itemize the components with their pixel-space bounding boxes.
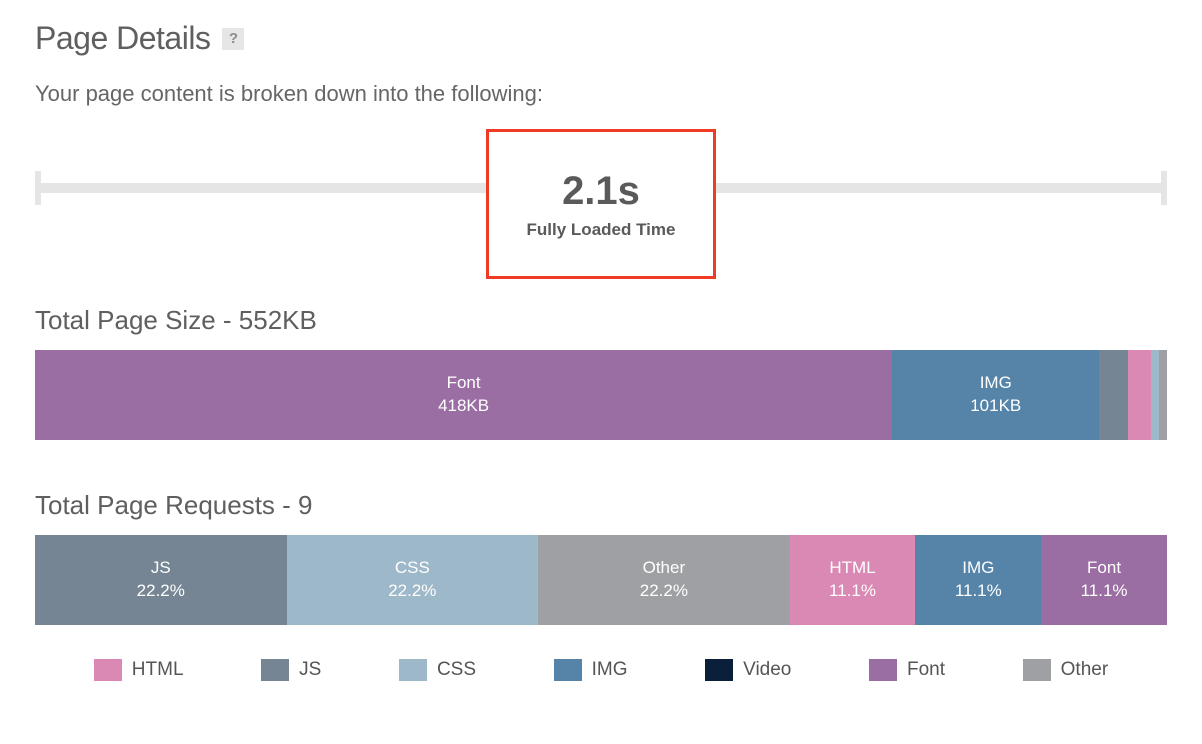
segment-html[interactable]	[1128, 350, 1151, 440]
segment-img[interactable]: IMG11.1%	[915, 535, 1041, 625]
page-size-bar: Font418KBIMG101KB	[35, 350, 1167, 440]
legend-swatch	[554, 659, 582, 681]
segment-img[interactable]: IMG101KB	[892, 350, 1099, 440]
legend-label: IMG	[592, 659, 628, 681]
legend-label: CSS	[437, 659, 476, 681]
segment-css[interactable]	[1151, 350, 1159, 440]
segment-font[interactable]: Font418KB	[35, 350, 892, 440]
segment-value: 11.1%	[955, 580, 1002, 603]
help-icon[interactable]: ?	[222, 28, 244, 50]
segment-other[interactable]: Other22.2%	[538, 535, 790, 625]
legend: HTML JS CSS IMG Video Font Other	[35, 659, 1167, 681]
segment-value: 101KB	[970, 395, 1021, 418]
legend-item-js[interactable]: JS	[261, 659, 321, 681]
legend-item-img[interactable]: IMG	[554, 659, 628, 681]
segment-value: 22.2%	[388, 580, 436, 603]
page-title: Page Details	[35, 20, 210, 57]
page-requests-bar: JS22.2%CSS22.2%Other22.2%HTML11.1%IMG11.…	[35, 535, 1167, 625]
segment-label: CSS	[395, 557, 430, 580]
timeline-cap-right	[1161, 171, 1167, 205]
segment-js[interactable]	[1099, 350, 1128, 440]
fully-loaded-time-value: 2.1s	[562, 169, 640, 214]
segment-value: 418KB	[438, 395, 489, 418]
legend-item-font[interactable]: Font	[869, 659, 945, 681]
legend-item-css[interactable]: CSS	[399, 659, 476, 681]
fully-loaded-time-label: Fully Loaded Time	[527, 220, 676, 240]
segment-label: Font	[1087, 557, 1121, 580]
segment-html[interactable]: HTML11.1%	[790, 535, 916, 625]
page-subtitle: Your page content is broken down into th…	[35, 81, 1167, 107]
legend-label: Other	[1061, 659, 1109, 681]
legend-label: HTML	[132, 659, 184, 681]
legend-item-html[interactable]: HTML	[94, 659, 184, 681]
legend-label: Font	[907, 659, 945, 681]
segment-label: Font	[447, 372, 481, 395]
legend-swatch	[399, 659, 427, 681]
segment-value: 11.1%	[829, 580, 876, 603]
legend-swatch	[869, 659, 897, 681]
legend-label: JS	[299, 659, 321, 681]
segment-label: Other	[643, 557, 686, 580]
timeline-cap-left	[35, 171, 41, 205]
segment-font[interactable]: Font11.1%	[1041, 535, 1167, 625]
legend-item-other[interactable]: Other	[1023, 659, 1109, 681]
segment-value: 22.2%	[137, 580, 185, 603]
load-timeline: 2.1s Fully Loaded Time	[35, 137, 1167, 247]
segment-css[interactable]: CSS22.2%	[287, 535, 539, 625]
legend-swatch	[705, 659, 733, 681]
legend-swatch	[94, 659, 122, 681]
segment-other[interactable]	[1159, 350, 1167, 440]
segment-value: 11.1%	[1081, 580, 1128, 603]
legend-swatch	[1023, 659, 1051, 681]
segment-label: IMG	[980, 372, 1012, 395]
fully-loaded-time-box: 2.1s Fully Loaded Time	[486, 129, 716, 279]
segment-label: JS	[151, 557, 171, 580]
segment-label: HTML	[829, 557, 875, 580]
legend-swatch	[261, 659, 289, 681]
segment-value: 22.2%	[640, 580, 688, 603]
segment-js[interactable]: JS22.2%	[35, 535, 287, 625]
legend-label: Video	[743, 659, 791, 681]
page-size-title: Total Page Size - 552KB	[35, 305, 1167, 336]
legend-item-video[interactable]: Video	[705, 659, 791, 681]
page-requests-title: Total Page Requests - 9	[35, 490, 1167, 521]
segment-label: IMG	[962, 557, 994, 580]
